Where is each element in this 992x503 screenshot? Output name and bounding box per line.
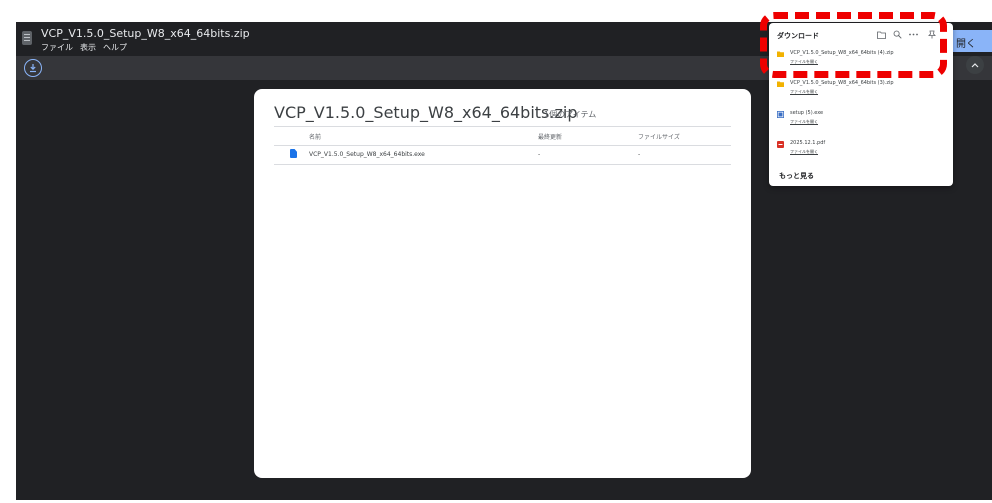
chevron-up-icon bbox=[971, 63, 979, 68]
open-file-link[interactable]: ファイルを開く bbox=[790, 89, 818, 95]
window-title: VCP_V1.5.0_Setup_W8_x64_64bits.zip bbox=[41, 27, 250, 40]
pdf-icon bbox=[777, 141, 784, 148]
more-icon bbox=[909, 33, 918, 36]
downloads-panel: ダウンロード VCP_V1.5.0_Setup_W8_x64_64bits (4… bbox=[769, 23, 953, 186]
archive-item-count: 1個のアイテム bbox=[544, 110, 597, 119]
screenshot-stage: VCP_V1.5.0_Setup_W8_x64_64bits.zip ファイル … bbox=[0, 0, 992, 503]
pin-button[interactable] bbox=[927, 30, 936, 39]
row-modified: - bbox=[538, 151, 541, 158]
table-row[interactable]: VCP_V1.5.0_Setup_W8_x64_64bits.exe - - bbox=[274, 146, 731, 164]
download-item[interactable]: 2025.12.1.pdf ファイルを開く bbox=[769, 139, 953, 165]
exe-icon bbox=[777, 111, 784, 118]
divider bbox=[274, 164, 731, 165]
download-button[interactable] bbox=[24, 59, 42, 77]
row-size: - bbox=[638, 151, 641, 158]
folder-icon-button[interactable] bbox=[877, 30, 886, 39]
collapse-button[interactable] bbox=[966, 56, 984, 74]
archive-title: VCP_V1.5.0_Setup_W8_x64_64bits.zip bbox=[274, 103, 578, 122]
open-file-link[interactable]: ファイルを開く bbox=[790, 149, 818, 155]
file-icon bbox=[290, 149, 297, 158]
open-button-label: 開く bbox=[956, 39, 976, 50]
menu-bar: ファイル 表示 ヘルプ bbox=[41, 42, 127, 53]
search-icon bbox=[893, 30, 902, 39]
archive-app-icon bbox=[22, 31, 32, 45]
show-more-link[interactable]: もっと見る bbox=[779, 171, 814, 181]
download-item-name: setup (5).exe bbox=[790, 110, 824, 116]
download-icon bbox=[30, 64, 36, 73]
folder-icon bbox=[877, 31, 886, 39]
row-name: VCP_V1.5.0_Setup_W8_x64_64bits.exe bbox=[309, 151, 425, 158]
more-button[interactable] bbox=[909, 30, 918, 39]
column-header-modified[interactable]: 最終更新 bbox=[538, 132, 562, 141]
open-file-link[interactable]: ファイルを開く bbox=[790, 119, 818, 125]
download-item[interactable]: setup (5).exe ファイルを開く bbox=[769, 109, 953, 135]
search-button[interactable] bbox=[893, 30, 902, 39]
menu-file[interactable]: ファイル bbox=[41, 42, 73, 53]
download-item-name: VCP_V1.5.0_Setup_W8_x64_64bits (4).zip bbox=[790, 50, 894, 56]
open-file-link[interactable]: ファイルを開く bbox=[790, 59, 818, 65]
downloads-title: ダウンロード bbox=[777, 32, 819, 40]
download-item-name: VCP_V1.5.0_Setup_W8_x64_64bits (3).zip bbox=[790, 80, 894, 86]
download-item[interactable]: VCP_V1.5.0_Setup_W8_x64_64bits (3).zip フ… bbox=[769, 79, 953, 105]
zip-icon bbox=[777, 51, 784, 57]
column-header-name[interactable]: 名前 bbox=[309, 132, 321, 141]
pin-icon bbox=[927, 30, 936, 39]
archive-contents-card: VCP_V1.5.0_Setup_W8_x64_64bits.zip 1個のアイ… bbox=[254, 89, 751, 478]
menu-view[interactable]: 表示 bbox=[80, 42, 96, 53]
download-item[interactable]: VCP_V1.5.0_Setup_W8_x64_64bits (4).zip フ… bbox=[769, 49, 953, 75]
divider bbox=[274, 126, 731, 127]
download-item-name: 2025.12.1.pdf bbox=[790, 140, 826, 146]
zip-icon bbox=[777, 81, 784, 87]
column-header-size[interactable]: ファイルサイズ bbox=[638, 132, 680, 141]
menu-help[interactable]: ヘルプ bbox=[103, 42, 127, 53]
